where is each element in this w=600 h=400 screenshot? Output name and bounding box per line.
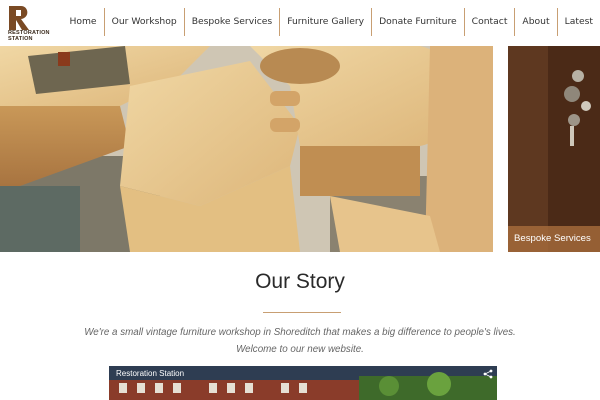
site-header: RESTORATION STATION Home Our Workshop Be… [0, 0, 600, 46]
nav-home[interactable]: Home [62, 8, 103, 36]
bespoke-services-panel[interactable]: Bespoke Services [508, 46, 600, 252]
story-divider [263, 312, 341, 313]
hero-image[interactable] [0, 46, 493, 252]
story-heading: Our Story [255, 270, 345, 293]
bespoke-services-label: Bespoke Services [508, 226, 600, 252]
main-nav: Home Our Workshop Bespoke Services Furni… [62, 8, 600, 36]
nav-furniture-gallery[interactable]: Furniture Gallery [279, 8, 371, 36]
story-line-1: We're a small vintage furniture workshop… [84, 327, 516, 338]
share-icon[interactable] [483, 369, 493, 379]
hero-wood-letters-illustration [0, 46, 493, 252]
nav-donate-furniture[interactable]: Donate Furniture [371, 8, 464, 36]
logo-text-line2: STATION [8, 36, 33, 42]
story-text: We're a small vintage furniture workshop… [0, 324, 600, 358]
nav-contact[interactable]: Contact [463, 8, 515, 36]
nav-our-workshop[interactable]: Our Workshop [103, 8, 184, 36]
nav-about[interactable]: About [514, 8, 556, 36]
story-line-2: Welcome to our new website. [236, 344, 364, 355]
nav-latest[interactable]: Latest [556, 8, 600, 36]
site-logo[interactable]: RESTORATION STATION [7, 5, 57, 42]
video-title: Restoration Station [116, 369, 185, 378]
logo-r-icon [9, 6, 29, 30]
panel-jewelry-illustration [508, 46, 600, 252]
nav-bespoke-services[interactable]: Bespoke Services [183, 8, 280, 36]
video-embed[interactable]: Restoration Station [109, 366, 497, 400]
